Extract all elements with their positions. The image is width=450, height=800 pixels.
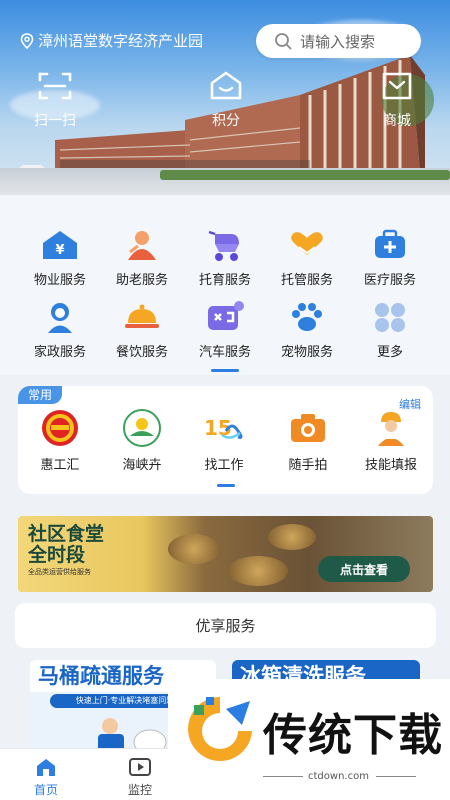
service-label: 更多 [376,345,403,360]
service-custody[interactable]: 托管服务 [262,227,352,288]
service-medical[interactable]: 医疗服务 [345,227,435,288]
banner-subtitle: 全品类运营供给服务 [28,568,91,576]
services-page-indicator [211,369,239,372]
mall-icon [382,72,412,100]
service-label: 宠物服务 [280,345,333,360]
quick-mall-label: 商城 [383,113,411,129]
quick-scan-button[interactable]: 扫一扫 [20,70,90,130]
tab-home[interactable]: 首页 [18,757,74,798]
watermark-logo-icon [188,697,252,761]
favorite-label: 惠工汇 [40,458,80,473]
favorite-huigonghui[interactable]: 惠工汇 [20,410,100,473]
favorite-haixiahui[interactable]: 海峡卉 [102,409,182,473]
search-placeholder: 请输入搜索 [300,32,376,51]
quick-points-label: 积分 [212,113,240,129]
banner-cta-button[interactable]: 点击查看 [318,556,410,582]
favorite-label: 随手拍 [288,458,328,473]
monitor-play-icon [129,758,151,776]
paw-icon [287,299,327,335]
watermark-overlay: 传统下载 ctdown.com [168,679,450,800]
flower-logo-icon [120,409,164,447]
service-dining[interactable]: 餐饮服务 [97,299,187,360]
location-text: 漳州语堂数字经济产业园 [38,32,204,50]
service-label: 物业服务 [33,273,86,288]
points-icon [210,71,242,100]
favorites-tag: 常用 [18,386,62,404]
tab-label: 首页 [33,783,58,797]
quick-mall-button[interactable]: 商城 [362,70,432,130]
dining-cloche-icon [122,299,162,335]
watermark-url: ctdown.com [308,771,369,782]
service-label: 医疗服务 [363,273,416,288]
service-label: 家政服务 [33,345,86,360]
banner-title: 社区食堂 全时段 [28,523,105,566]
bottom-tabbar: 首页 监控 [0,748,168,800]
car-service-icon [205,299,245,335]
favorite-label: 技能填报 [364,458,417,473]
location-label[interactable]: 漳州语堂数字经济产业园 [20,30,203,51]
favorite-label: 找工作 [204,458,244,473]
favorite-find-job[interactable]: 15 找工作 [184,410,264,473]
service-property[interactable]: ¥ 物业服务 [15,227,105,288]
property-house-icon: ¥ [40,227,80,263]
more-grid-icon [370,299,410,335]
watermark-title: 传统下载 [263,710,443,761]
premium-services-header: 优享服务 [15,603,436,648]
scan-icon [38,72,72,100]
camera-icon [286,410,330,446]
job-15-icon: 15 [202,410,246,446]
favorite-label: 海峡卉 [122,458,162,473]
service-label: 助老服务 [115,273,168,288]
location-pin-icon [20,32,34,49]
service-more[interactable]: 更多 [345,299,435,360]
service-label: 托育服务 [198,273,251,288]
service-label: 汽车服务 [198,345,251,360]
service-housekeeping[interactable]: 家政服务 [15,299,105,360]
home-icon [37,759,55,776]
service-label: 餐饮服务 [115,345,168,360]
service-elderly[interactable]: 助老服务 [97,227,187,288]
services-grid: ¥ 物业服务 助老服务 托育服务 托管服务 医疗服务 家政服务 餐饮服务 汽车服… [0,195,450,375]
search-bar[interactable]: 请输入搜索 [256,24,421,58]
union-logo-icon [38,410,82,446]
stroller-icon [205,227,245,263]
favorite-snapshot[interactable]: 随手拍 [268,410,348,473]
svg-text:¥: ¥ [55,243,64,258]
elderly-care-icon [122,227,162,263]
service-auto[interactable]: 汽车服务 [180,299,270,360]
worker-helmet-icon [369,410,413,446]
favorites-card: 常用 编辑 惠工汇 海峡卉 15 找工作 随手拍 技能填报 [18,386,433,494]
quick-points-button[interactable]: 积分 [191,70,261,130]
heart-hands-icon [287,227,327,263]
tab-label: 监控 [127,783,152,797]
housekeeper-icon [40,299,80,335]
service-pet[interactable]: 宠物服务 [262,299,352,360]
favorites-page-indicator [217,484,235,487]
service-label: 托管服务 [280,273,333,288]
quick-scan-label: 扫一扫 [34,113,76,129]
medical-kit-icon [370,227,410,263]
favorite-skill-report[interactable]: 技能填报 [351,410,431,473]
service-childcare[interactable]: 托育服务 [180,227,270,288]
search-icon [275,33,292,50]
tab-monitor[interactable]: 监控 [112,757,168,798]
canteen-banner[interactable]: 社区食堂 全时段 全品类运营供给服务 点击查看 [18,516,433,592]
